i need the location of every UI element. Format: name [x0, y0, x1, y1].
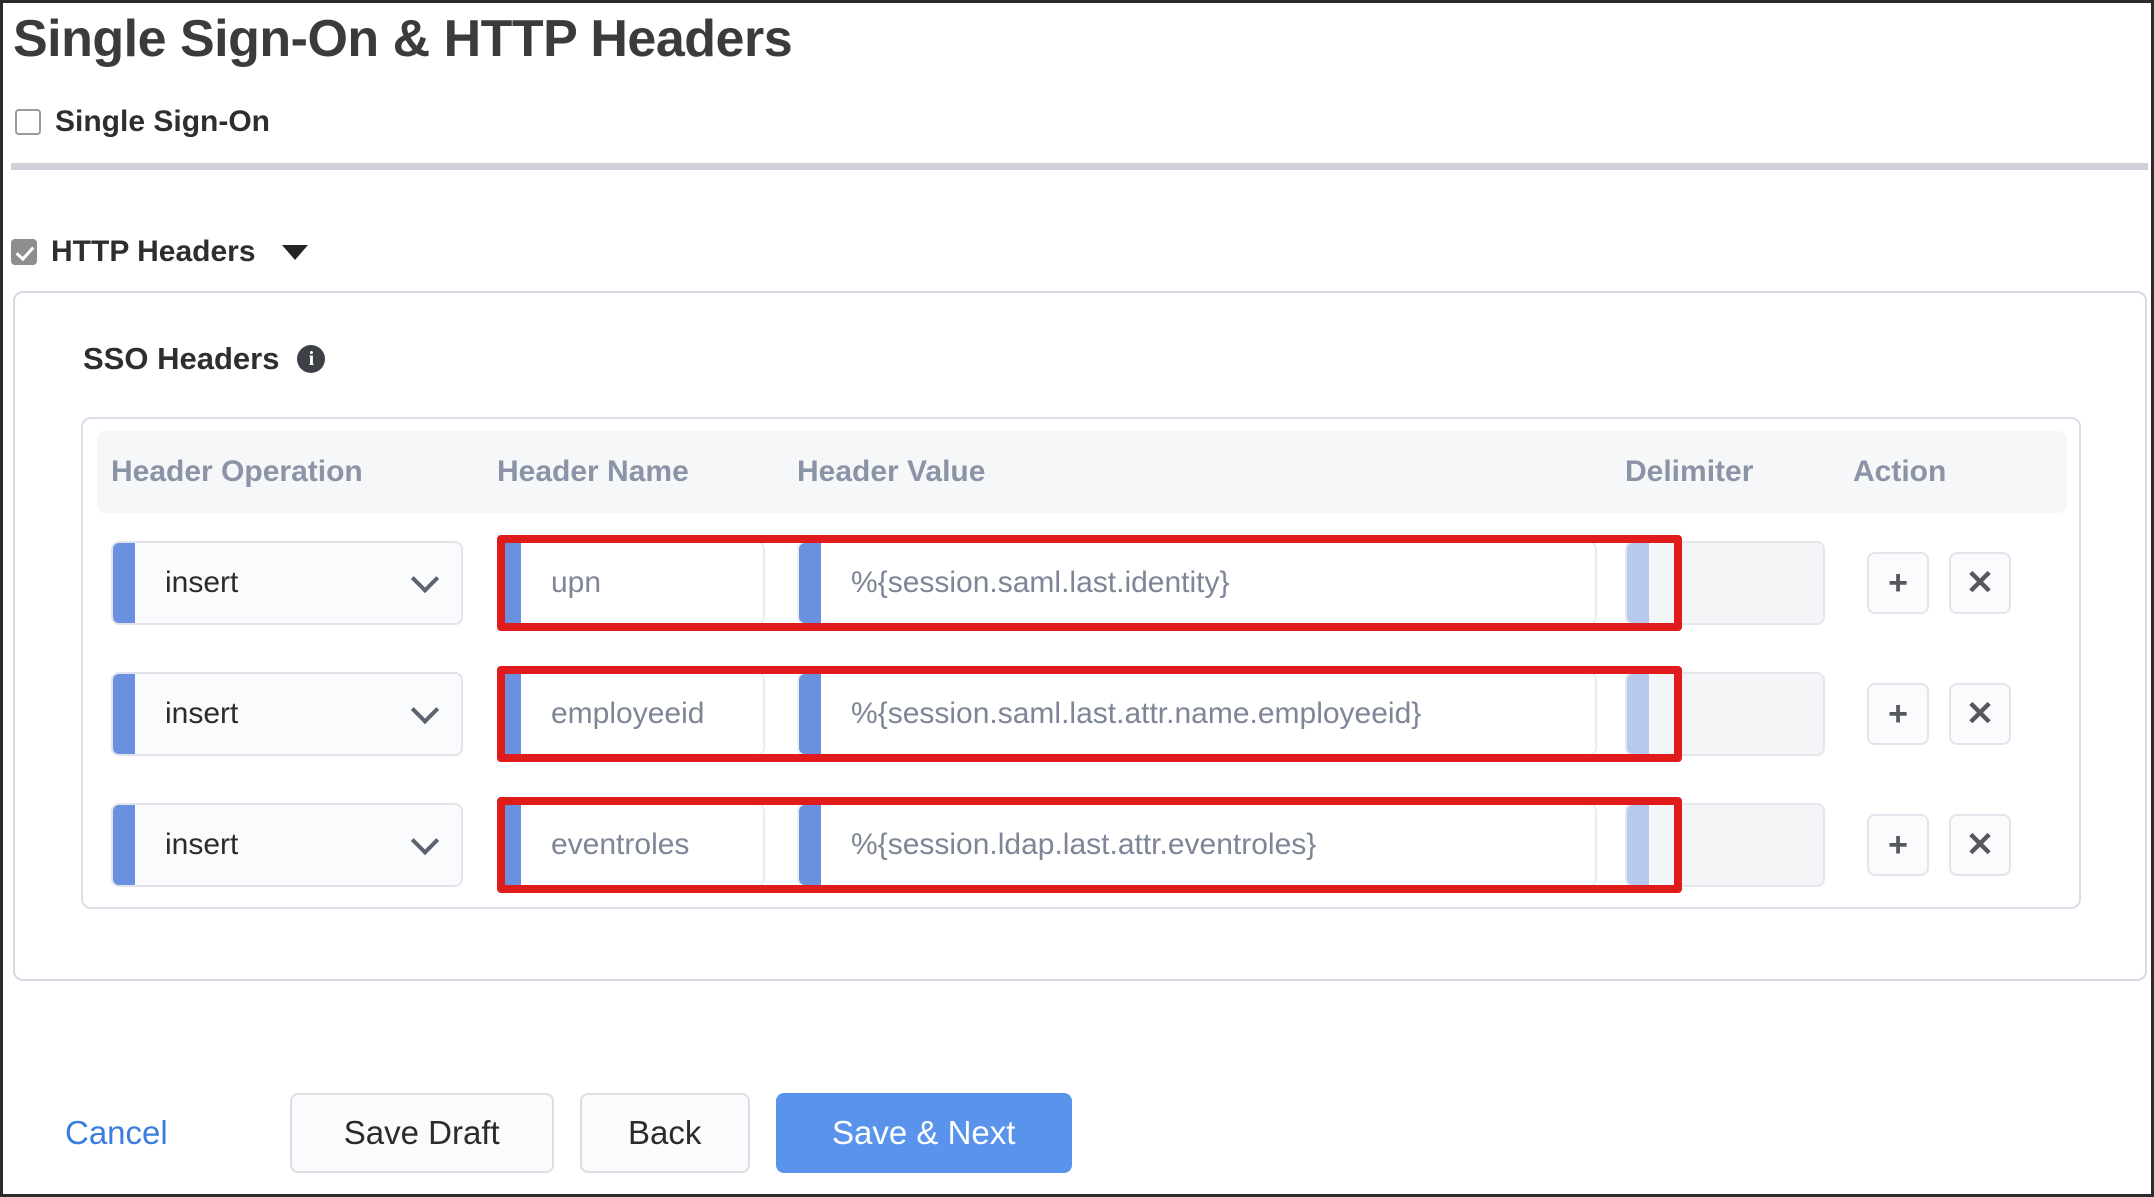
chevron-down-icon[interactable] [410, 564, 440, 593]
column-header-header-value: Header Value [797, 455, 986, 488]
header-value-input[interactable]: %{session.saml.last.attr.name.employeeid… [797, 671, 1597, 756]
table-row: insert eventroles %{session.ldap.last.at… [97, 779, 2067, 910]
add-row-button[interactable]: + [1867, 551, 1929, 614]
header-value-text: %{session.ldap.last.attr.eventroles} [851, 827, 1317, 861]
cell-header-value: %{session.saml.last.identity} [783, 540, 1611, 625]
page-title: Single Sign-On & HTTP Headers [13, 10, 793, 68]
row-action-buttons: + ✕ [1853, 813, 2059, 876]
chevron-down-icon[interactable] [281, 244, 308, 260]
cell-header-name: upn [483, 540, 783, 625]
header-name-input[interactable]: employeeid [497, 671, 765, 756]
header-name-value: employeeid [551, 696, 705, 730]
http-headers-checkbox[interactable] [11, 239, 37, 265]
remove-row-button[interactable]: ✕ [1949, 813, 2011, 876]
chevron-down-icon[interactable] [410, 695, 440, 724]
table-header-row: Header Operation Header Name Header Valu… [97, 431, 2067, 513]
single-sign-on-toggle-row[interactable]: Single Sign-On [15, 105, 270, 139]
cell-header-value: %{session.ldap.last.attr.eventroles} [783, 802, 1611, 887]
remove-row-button[interactable]: ✕ [1949, 682, 2011, 745]
sso-headers-panel: SSO Headers i Header Operation Header Na… [13, 291, 2147, 981]
header-operation-value: insert [165, 696, 239, 730]
delimiter-input[interactable] [1625, 540, 1825, 625]
header-name-input[interactable]: upn [497, 540, 765, 625]
header-operation-select[interactable]: insert [111, 802, 463, 887]
delimiter-input[interactable] [1625, 671, 1825, 756]
sso-headers-table: Header Operation Header Name Header Valu… [81, 417, 2081, 909]
single-sign-on-label: Single Sign-On [55, 105, 270, 138]
header-value-input[interactable]: %{session.saml.last.identity} [797, 540, 1597, 625]
row-action-buttons: + ✕ [1853, 551, 2059, 614]
cell-action: + ✕ [1839, 682, 2059, 745]
column-header-header-name: Header Name [497, 455, 689, 488]
remove-row-button[interactable]: ✕ [1949, 551, 2011, 614]
header-operation-select[interactable]: insert [111, 671, 463, 756]
back-button[interactable]: Back [579, 1093, 750, 1173]
save-draft-button[interactable]: Save Draft [289, 1093, 554, 1173]
header-operation-select[interactable]: insert [111, 540, 463, 625]
sso-headers-heading: SSO Headers i [83, 341, 326, 377]
cell-delimiter [1611, 540, 1839, 625]
info-icon[interactable]: i [297, 345, 326, 373]
cell-header-name: eventroles [483, 802, 783, 887]
header-value-input[interactable]: %{session.ldap.last.attr.eventroles} [797, 802, 1597, 887]
cell-header-operation: insert [97, 671, 483, 756]
page-root: Single Sign-On & HTTP Headers Single Sig… [0, 0, 2154, 1197]
cell-header-operation: insert [97, 802, 483, 887]
cell-action: + ✕ [1839, 813, 2059, 876]
single-sign-on-checkbox[interactable] [15, 109, 41, 135]
table-row: insert employeeid %{session.saml.last.at… [97, 648, 2067, 779]
column-header-delimiter: Delimiter [1625, 455, 1754, 488]
cell-header-name: employeeid [483, 671, 783, 756]
column-header-action: Action [1853, 455, 1947, 488]
add-row-button[interactable]: + [1867, 682, 1929, 745]
row-action-buttons: + ✕ [1853, 682, 2059, 745]
http-headers-label: HTTP Headers [51, 235, 256, 268]
cell-header-operation: insert [97, 540, 483, 625]
header-name-value: eventroles [551, 827, 690, 861]
add-row-button[interactable]: + [1867, 813, 1929, 876]
http-headers-toggle-row[interactable]: HTTP Headers [11, 235, 308, 269]
save-and-next-button[interactable]: Save & Next [775, 1093, 1072, 1173]
header-value-text: %{session.saml.last.identity} [851, 565, 1230, 599]
section-divider [11, 163, 2148, 170]
header-operation-value: insert [165, 827, 239, 861]
delimiter-input[interactable] [1625, 802, 1825, 887]
cell-action: + ✕ [1839, 551, 2059, 614]
column-header-header-operation: Header Operation [111, 455, 363, 488]
table-body: insert upn %{session.saml.last.identity} [97, 517, 2067, 910]
form-footer: Cancel Save Draft Back Save & Next [3, 1069, 2151, 1194]
cancel-button[interactable]: Cancel [65, 1114, 168, 1152]
header-operation-value: insert [165, 565, 239, 599]
table-row: insert upn %{session.saml.last.identity} [97, 517, 2067, 648]
cell-delimiter [1611, 671, 1839, 756]
chevron-down-icon[interactable] [410, 826, 440, 855]
header-name-value: upn [551, 565, 602, 599]
cell-delimiter [1611, 802, 1839, 887]
header-name-input[interactable]: eventroles [497, 802, 765, 887]
header-value-text: %{session.saml.last.attr.name.employeeid… [851, 696, 1422, 730]
sso-headers-title: SSO Headers [83, 341, 280, 376]
cell-header-value: %{session.saml.last.attr.name.employeeid… [783, 671, 1611, 756]
